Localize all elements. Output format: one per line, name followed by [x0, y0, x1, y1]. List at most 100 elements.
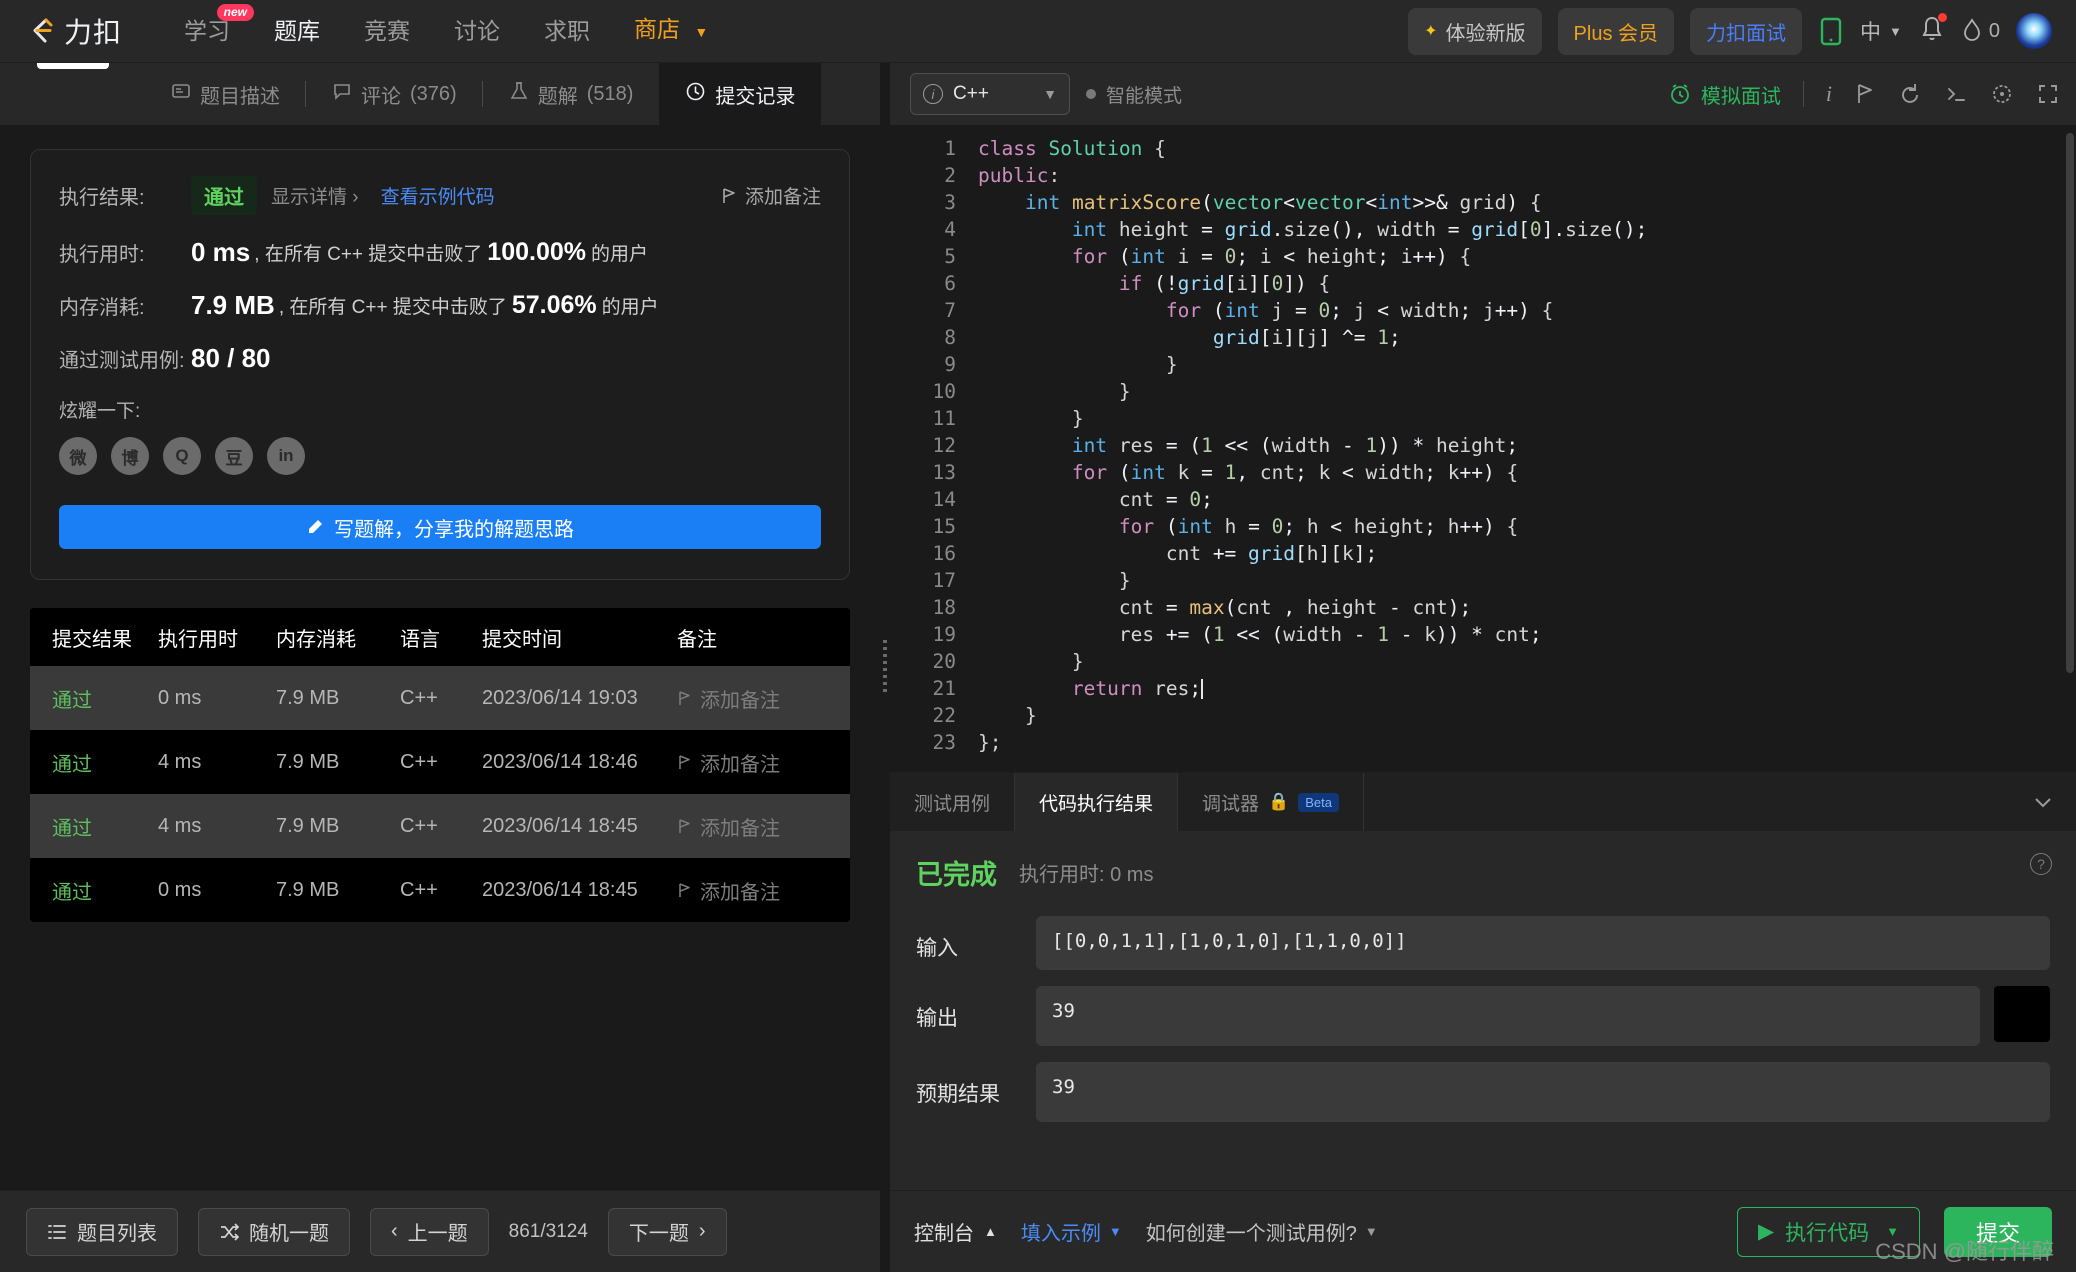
douban-icon[interactable]: 豆	[215, 437, 253, 475]
wechat-icon[interactable]: 微	[59, 437, 97, 475]
add-note-button[interactable]: 添加备注	[721, 182, 821, 209]
testcases-row: 通过测试用例: 80 / 80	[59, 343, 821, 374]
qq-icon[interactable]: Q	[163, 437, 201, 475]
table-row[interactable]: 通过 4 ms 7.9 MB C++ 2023/06/14 18:45 添加备注	[30, 794, 850, 858]
settings-icon[interactable]	[1990, 82, 2014, 106]
random-problem-button[interactable]: 随机一题	[198, 1207, 350, 1256]
row-note-cell[interactable]: 添加备注	[677, 812, 850, 841]
next-problem-button[interactable]: 下一题 ›	[607, 1207, 727, 1256]
flask-icon	[509, 81, 529, 107]
console-toggle-button[interactable]: 控制台 ▲	[914, 1217, 997, 1246]
row-add-note-button[interactable]: 添加备注	[677, 876, 850, 905]
row-status[interactable]: 通过	[30, 876, 158, 905]
row-status[interactable]: 通过	[30, 812, 158, 841]
pane-splitter[interactable]	[880, 63, 890, 1272]
tab-label: 代码执行结果	[1039, 793, 1154, 815]
result-label: 执行结果:	[59, 187, 145, 209]
col-header-time: 提交时间	[482, 628, 562, 651]
view-sample-code-link[interactable]: 查看示例代码	[381, 182, 495, 209]
col-header-language: 语言	[400, 628, 440, 651]
output-value: 39	[1036, 986, 1980, 1046]
nav-item-contest[interactable]: 竞赛	[342, 0, 432, 63]
chevron-down-icon: ▼	[1886, 1224, 1899, 1239]
nav-item-discuss[interactable]: 讨论	[432, 0, 522, 63]
table-row[interactable]: 通过 0 ms 7.9 MB C++ 2023/06/14 19:03 添加备注	[30, 666, 850, 730]
nav-item-study[interactable]: 学习 new	[162, 0, 255, 63]
nav-item-problems[interactable]: 题库	[252, 0, 342, 63]
row-status[interactable]: 通过	[30, 684, 158, 713]
problem-list-button[interactable]: 题目列表	[26, 1207, 178, 1256]
streak-counter[interactable]: 0	[1962, 18, 2000, 44]
info-icon[interactable]: i	[1826, 81, 1832, 107]
write-solution-button[interactable]: 写题解，分享我的解题思路	[59, 505, 821, 549]
notification-dot	[1937, 12, 1947, 22]
notifications-button[interactable]	[1918, 12, 1947, 49]
row-add-note-button[interactable]: 添加备注	[677, 812, 850, 841]
how-to-create-testcase-button[interactable]: 如何创建一个测试用例? ▼	[1146, 1217, 1378, 1246]
smart-mode-toggle[interactable]: 智能模式	[1086, 81, 1182, 108]
tab-testcase[interactable]: 测试用例	[890, 773, 1016, 831]
pane-drag-handle[interactable]	[0, 63, 145, 125]
row-note-cell[interactable]: 添加备注	[677, 684, 850, 713]
input-value[interactable]: [[0,0,1,1],[1,0,1,0],[1,1,0,0]]	[1036, 916, 2050, 970]
brand-logo-link[interactable]: 力扣	[24, 11, 122, 51]
language-selector[interactable]: 中 ▼	[1860, 16, 1902, 46]
nav-item-jobs[interactable]: 求职	[522, 0, 612, 63]
table-row[interactable]: 通过 0 ms 7.9 MB C++ 2023/06/14 18:45 添加备注	[30, 858, 850, 922]
help-icon[interactable]: ?	[2030, 853, 2052, 875]
row-add-note-button[interactable]: 添加备注	[677, 748, 850, 777]
fill-example-button[interactable]: 填入示例 ▼	[1021, 1217, 1122, 1246]
language-select[interactable]: i C++ ▼	[910, 73, 1070, 115]
linkedin-icon[interactable]: in	[267, 437, 305, 475]
list-icon	[48, 1224, 66, 1239]
page-counter: 861/3124	[508, 1220, 588, 1242]
code-content[interactable]: 1 class Solution { 2 public: 3 int matrixS…	[890, 135, 2076, 756]
tab-debugger[interactable]: 调试器 🔒 Beta	[1178, 773, 1364, 831]
nav-item-store[interactable]: 商店 ▼	[612, 0, 730, 64]
next-problem-label: 下一题	[628, 1223, 689, 1245]
try-new-version-button[interactable]: ✦ 体验新版	[1408, 7, 1542, 55]
expected-label: 预期结果	[916, 1083, 1000, 1106]
mobile-icon[interactable]	[1818, 16, 1844, 46]
flag-icon[interactable]	[1854, 82, 1876, 106]
lock-icon: 🔒	[1268, 792, 1290, 811]
row-language: C++	[400, 878, 438, 901]
input-row: 输入 [[0,0,1,1],[1,0,1,0],[1,1,0,0]]	[916, 916, 2050, 970]
row-time: 2023/06/14 18:46	[482, 750, 638, 773]
tab-count: (376)	[410, 82, 457, 105]
tab-submissions[interactable]: 提交记录	[659, 63, 822, 125]
code-editor[interactable]: 1 class Solution { 2 public: 3 int matrixS…	[890, 125, 2076, 772]
editor-toolbar-right: 模拟面试 i	[1668, 80, 2060, 109]
runtime-label: 执行用时:	[59, 244, 145, 266]
reset-icon[interactable]	[1898, 82, 1922, 106]
avatar[interactable]	[2016, 13, 2052, 49]
row-note-cell[interactable]: 添加备注	[677, 876, 850, 905]
mock-interview-button[interactable]: 模拟面试	[1668, 80, 1781, 109]
tab-execution-result[interactable]: 代码执行结果	[1015, 773, 1179, 831]
left-footer-bar: 题目列表 随机一题 ‹ 上一题 861/3124 下一题 ›	[0, 1190, 880, 1272]
comment-icon	[332, 81, 352, 107]
weibo-icon[interactable]: 博	[111, 437, 149, 475]
tab-comments[interactable]: 评论 (376)	[306, 63, 483, 125]
run-code-button[interactable]: ▶ 执行代码 ▼	[1736, 1206, 1920, 1257]
interview-button[interactable]: 力扣面试	[1690, 7, 1802, 55]
leetcode-logo-icon	[24, 14, 58, 48]
tab-solutions[interactable]: 题解 (518)	[483, 63, 660, 125]
tab-description[interactable]: 题目描述	[145, 63, 306, 125]
show-detail-link[interactable]: 显示详情 ›	[271, 182, 359, 209]
table-row[interactable]: 通过 4 ms 7.9 MB C++ 2023/06/14 18:46 添加备注	[30, 730, 850, 794]
submit-button[interactable]: 提交	[1943, 1206, 2052, 1257]
row-status[interactable]: 通过	[30, 748, 158, 777]
fullscreen-icon[interactable]	[2036, 82, 2060, 106]
chevron-down-icon: ▼	[1043, 86, 1057, 102]
tab-label: 题目描述	[200, 85, 280, 108]
fill-example-label: 填入示例	[1020, 1223, 1101, 1245]
collapse-console-button[interactable]	[2032, 773, 2076, 831]
terminal-icon[interactable]	[1944, 82, 1968, 106]
plus-member-button[interactable]: Plus 会员	[1557, 7, 1674, 55]
code-vertical-scrollbar[interactable]	[2066, 133, 2074, 673]
row-add-note-button[interactable]: 添加备注	[677, 684, 850, 713]
prev-problem-button[interactable]: ‹ 上一题	[370, 1207, 489, 1256]
row-note-cell[interactable]: 添加备注	[677, 748, 850, 777]
row-memory: 7.9 MB	[276, 878, 340, 901]
